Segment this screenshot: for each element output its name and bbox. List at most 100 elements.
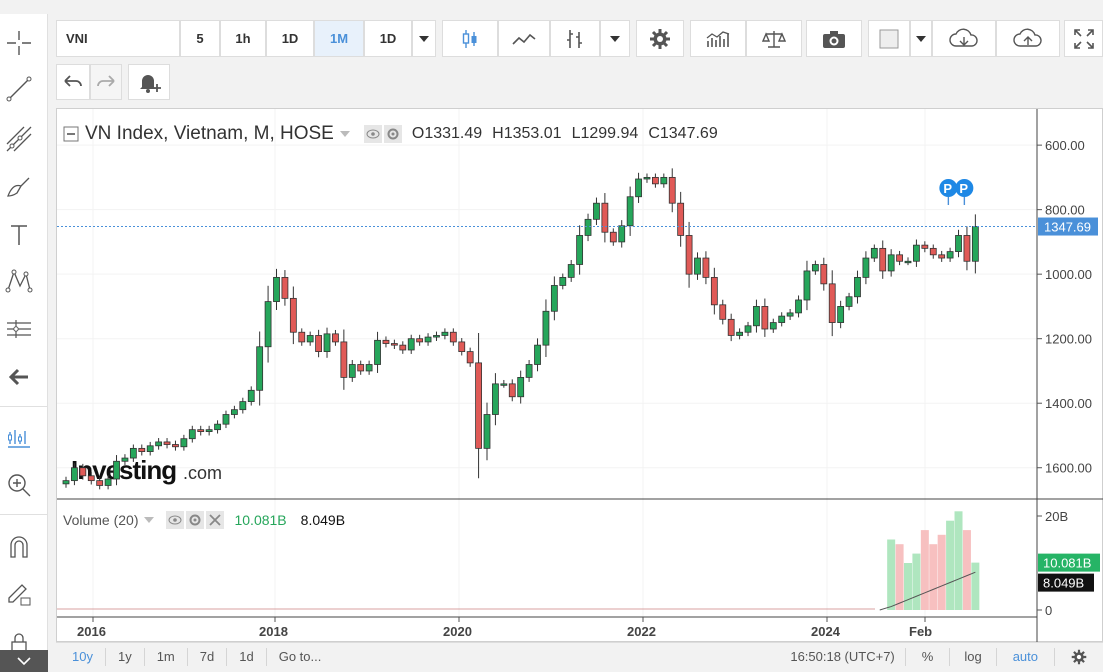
symbol-search-input[interactable]	[56, 20, 180, 57]
range-1d-button[interactable]: 1d	[227, 647, 267, 666]
chart-settings-button[interactable]	[1055, 648, 1103, 666]
candle-body	[138, 447, 146, 452]
range-10y-button[interactable]: 10y	[56, 647, 106, 666]
candle-body	[96, 480, 104, 486]
candle-body	[247, 389, 255, 402]
candle-body	[205, 429, 213, 432]
candle-body	[365, 364, 373, 372]
fullscreen-button[interactable]	[1064, 20, 1103, 57]
candle-body	[222, 414, 230, 425]
indicators-button[interactable]	[690, 20, 746, 57]
candle	[694, 252, 701, 280]
gear-icon[interactable]	[186, 511, 205, 529]
candle	[188, 425, 196, 443]
event-marker: P	[939, 179, 958, 205]
pattern-icon[interactable]	[2, 264, 36, 298]
log-toggle[interactable]: log	[950, 647, 997, 666]
auto-toggle[interactable]: auto	[997, 647, 1055, 666]
candle	[146, 441, 154, 456]
candle	[879, 240, 887, 279]
candle	[710, 267, 718, 315]
interval-1d-button[interactable]: 1D	[266, 20, 314, 57]
percent-toggle[interactable]: %	[906, 647, 951, 666]
pitchfork-icon[interactable]	[2, 122, 36, 156]
eye-icon[interactable]	[363, 125, 382, 143]
candle	[744, 321, 752, 337]
snapshot-button[interactable]	[806, 20, 862, 57]
save-chart-button[interactable]	[996, 20, 1060, 57]
candle	[862, 251, 870, 285]
chart-canvas[interactable]: Investing .com PP 1600.001400.001200.001…	[57, 109, 1103, 643]
interval-select[interactable]: 1D	[364, 20, 412, 57]
range-7d-button[interactable]: 7d	[188, 647, 228, 666]
candle	[483, 402, 491, 461]
brush-icon[interactable]	[2, 170, 36, 204]
interval-1m-button[interactable]: 1M	[314, 20, 364, 57]
go-to-button[interactable]: Go to...	[267, 648, 334, 666]
close-icon[interactable]	[206, 511, 225, 529]
zoom-in-icon[interactable]	[2, 468, 36, 502]
candle	[466, 347, 474, 367]
bars-style-button[interactable]	[550, 20, 600, 57]
arrow-left-icon[interactable]	[2, 360, 36, 394]
candle-body	[694, 257, 701, 275]
candle-body	[761, 306, 769, 330]
lock-pen-icon[interactable]	[2, 576, 36, 610]
range-1y-button[interactable]: 1y	[106, 647, 145, 666]
candle-body	[550, 285, 558, 312]
candle-body	[441, 331, 449, 336]
eye-icon[interactable]	[166, 511, 185, 529]
caret-down-icon[interactable]	[339, 131, 350, 137]
candle-body	[904, 260, 912, 264]
time-axis[interactable]: 2016 2018 2020 2022 2024 Feb	[77, 617, 932, 639]
chart-panel[interactable]: Investing .com PP 1600.00 1400.00 1200.00 1…	[56, 108, 1103, 643]
gear-icon[interactable]	[383, 125, 402, 143]
candle	[298, 328, 306, 346]
chart-objects-icon[interactable]	[2, 420, 36, 454]
measure-icon[interactable]	[2, 312, 36, 346]
volume-title[interactable]: Volume (20)	[63, 512, 138, 528]
candle	[155, 438, 163, 450]
candle	[854, 270, 861, 304]
interval-5-button[interactable]: 5	[180, 20, 220, 57]
candle-body	[710, 276, 718, 306]
price-tick-label: 800.00	[1045, 203, 1085, 218]
collapse-legend-icon[interactable]	[63, 126, 79, 142]
volume-axis[interactable]: 20B 0 10.081B 8.049B	[1037, 509, 1100, 618]
collapse-toolbar-button[interactable]	[0, 650, 48, 672]
area-style-button[interactable]	[498, 20, 550, 57]
color-dropdown-button[interactable]	[910, 20, 932, 57]
settings-button[interactable]	[636, 20, 684, 57]
range-1m-button[interactable]: 1m	[145, 647, 188, 666]
trend-line-icon[interactable]	[2, 72, 36, 106]
text-icon[interactable]	[2, 218, 36, 252]
candle-body	[837, 306, 845, 323]
redo-button[interactable]	[90, 64, 122, 100]
candle-body	[567, 264, 575, 278]
magnet-icon[interactable]	[2, 530, 36, 564]
caret-down-icon	[419, 35, 429, 42]
candle-body	[921, 244, 929, 249]
load-chart-button[interactable]	[932, 20, 996, 57]
create-alert-button[interactable]	[128, 64, 170, 100]
candle-body	[879, 247, 887, 272]
caret-down-icon[interactable]	[144, 517, 155, 523]
candle-body	[652, 176, 659, 185]
style-dropdown-button[interactable]	[600, 20, 630, 57]
color-theme-button[interactable]	[868, 20, 910, 57]
candle-body	[424, 336, 432, 343]
interval-1h-button[interactable]: 1h	[220, 20, 266, 57]
candles-style-button[interactable]	[442, 20, 498, 57]
candle	[626, 186, 634, 236]
interval-dropdown-button[interactable]	[412, 20, 436, 57]
price-axis[interactable]: 1600.00 1400.00 1200.00 1000.00 800.00 600.00…	[1037, 138, 1098, 476]
candle	[677, 191, 685, 247]
candle-body	[719, 304, 727, 320]
crosshair-icon[interactable]	[2, 26, 36, 60]
volume-ma-tag: 8.049B	[1038, 573, 1094, 592]
candle	[399, 341, 407, 354]
candle	[769, 318, 777, 333]
undo-button[interactable]	[56, 64, 90, 100]
series-title[interactable]: VN Index, Vietnam, M, HOSE	[85, 123, 334, 145]
compare-button[interactable]	[746, 20, 802, 57]
